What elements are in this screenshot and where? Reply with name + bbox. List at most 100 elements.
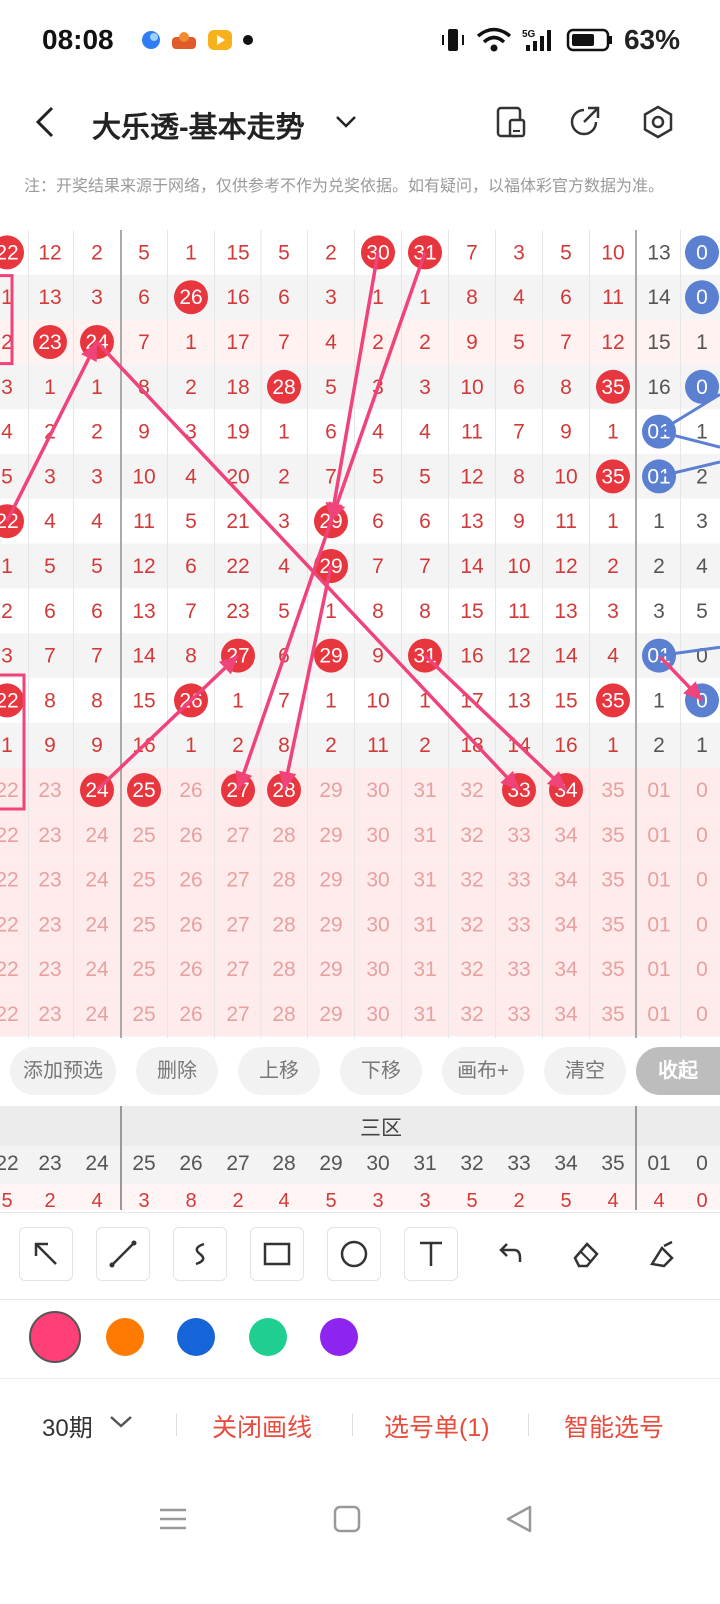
- color-swatch-purple[interactable]: [320, 1318, 358, 1356]
- grid-cell: 15: [460, 600, 483, 623]
- menu-nav-icon[interactable]: [158, 1504, 188, 1534]
- curve-tool-icon[interactable]: [173, 1227, 227, 1281]
- grid-cell: 7: [513, 421, 525, 444]
- section-value: 4: [91, 1190, 103, 1210]
- grid-cell: 1: [607, 510, 619, 533]
- status-bar: 08:08 5G 63%: [0, 0, 720, 80]
- section-number: 27: [226, 1152, 250, 1175]
- grid-cell: 2: [325, 734, 337, 757]
- trend-grid-canvas[interactable]: 2212251155230317351013011336261663118461…: [0, 230, 720, 1038]
- line-tool-icon[interactable]: [96, 1227, 150, 1281]
- chevron-down-icon[interactable]: [334, 114, 358, 130]
- eraser-icon[interactable]: [558, 1227, 612, 1281]
- grid-cell: 4: [278, 555, 290, 578]
- grid-cell: 8: [185, 645, 197, 668]
- disclaimer-note: 注：开奖结果来源于网络，仅供参考不作为兑奖依据。如有疑问，以福体彩官方数据为准。: [24, 178, 665, 195]
- selection-list-button[interactable]: 选号单(1): [384, 1408, 490, 1444]
- smart-pick-button[interactable]: 智能选号: [564, 1408, 664, 1444]
- clear-canvas-icon[interactable]: [635, 1227, 689, 1281]
- back-nav-icon[interactable]: [504, 1504, 534, 1534]
- section-number: 35: [601, 1152, 625, 1175]
- grid-cell: 5: [513, 331, 525, 354]
- share-icon[interactable]: [566, 104, 602, 140]
- undo-icon[interactable]: [481, 1227, 535, 1281]
- grid-cell: 9: [466, 331, 478, 354]
- section-value: 4: [607, 1190, 619, 1210]
- text-tool-icon[interactable]: [404, 1227, 458, 1281]
- grid-cell: 8: [560, 376, 572, 399]
- grid-cell: 34: [554, 958, 578, 981]
- grid-cell: 30: [366, 824, 389, 847]
- grid-cell: 26: [179, 286, 202, 309]
- grid-cell: 6: [91, 600, 103, 623]
- grid-cell: 12: [554, 555, 577, 578]
- grid-cell: 5: [278, 241, 290, 264]
- grid-cell: 9: [138, 421, 150, 444]
- circle-tool-icon[interactable]: [327, 1227, 381, 1281]
- layout-switch-icon[interactable]: [494, 104, 528, 140]
- back-arrow-icon[interactable]: [30, 104, 60, 140]
- grid-cell: 9: [372, 645, 384, 668]
- grid-cell: 30: [366, 913, 389, 936]
- grid-cell: 7: [466, 241, 478, 264]
- grid-cell: 28: [272, 869, 295, 892]
- settings-icon[interactable]: [640, 104, 676, 140]
- grid-cell: 29: [319, 1003, 342, 1026]
- period-selector[interactable]: 30期: [42, 1408, 93, 1443]
- rectangle-tool-icon[interactable]: [250, 1227, 304, 1281]
- close-drawing-button[interactable]: 关闭画线: [212, 1408, 312, 1444]
- chevron-down-icon[interactable]: [108, 1414, 134, 1430]
- canvas-plus-button[interactable]: 画布+: [442, 1047, 524, 1095]
- grid-cell: 23: [38, 1003, 61, 1026]
- section-number: 33: [507, 1152, 531, 1175]
- add-preselect-button[interactable]: 添加预选: [10, 1047, 116, 1095]
- move-down-button[interactable]: 下移: [340, 1047, 422, 1095]
- grid-cell: 01: [647, 1003, 670, 1026]
- grid-cell: 13: [460, 510, 483, 533]
- grid-cell: 27: [226, 1003, 249, 1026]
- page-title[interactable]: 大乐透-基本走势: [92, 104, 305, 146]
- arrow-tool-icon[interactable]: [19, 1227, 73, 1281]
- grid-cell: 1: [607, 421, 619, 444]
- grid-cell: 01: [647, 465, 670, 488]
- grid-cell: 4: [91, 510, 103, 533]
- grid-cell: 23: [38, 958, 61, 981]
- grid-cell: 12: [601, 331, 624, 354]
- grid-cell: 33: [507, 913, 530, 936]
- trend-grid[interactable]: 2212251155230317351013011336261663118461…: [0, 230, 720, 1038]
- grid-cell: 4: [696, 555, 708, 578]
- color-swatch-green[interactable]: [249, 1318, 287, 1356]
- color-swatch-orange[interactable]: [106, 1318, 144, 1356]
- grid-cell: 35: [601, 869, 624, 892]
- clear-button[interactable]: 清空: [544, 1047, 626, 1095]
- grid-cell: 4: [325, 331, 337, 354]
- status-right: 5G 63%: [440, 24, 680, 56]
- section-value: 2: [232, 1190, 244, 1210]
- delete-button[interactable]: 删除: [136, 1047, 218, 1095]
- grid-cell: 7: [185, 600, 197, 623]
- grid-cell: 8: [91, 689, 103, 712]
- grid-cell: 22: [0, 1003, 19, 1026]
- color-swatch-blue[interactable]: [177, 1318, 215, 1356]
- move-up-button[interactable]: 上移: [238, 1047, 320, 1095]
- grid-cell: 4: [419, 421, 431, 444]
- color-swatch-pink[interactable]: [29, 1311, 81, 1363]
- grid-cell: 11: [602, 286, 624, 309]
- signal-5g-icon: 5G: [522, 29, 551, 51]
- system-nav-bar: [0, 1490, 720, 1560]
- grid-cell: 1: [419, 286, 431, 309]
- grid-cell: 2: [419, 734, 431, 757]
- grid-cell: 34: [554, 869, 578, 892]
- grid-cell: 2: [325, 241, 337, 264]
- app-icon-browser: [142, 31, 160, 49]
- grid-cell: 8: [278, 734, 290, 757]
- grid-cell: 26: [179, 913, 202, 936]
- grid-cell: 15: [647, 331, 670, 354]
- grid-cell: 5: [91, 555, 103, 578]
- collapse-button[interactable]: 收起: [636, 1047, 720, 1095]
- grid-cell: 10: [507, 555, 530, 578]
- home-nav-icon[interactable]: [332, 1504, 362, 1534]
- grid-cell: 33: [507, 958, 530, 981]
- grid-cell: 29: [319, 645, 342, 668]
- grid-cell: 01: [647, 958, 670, 981]
